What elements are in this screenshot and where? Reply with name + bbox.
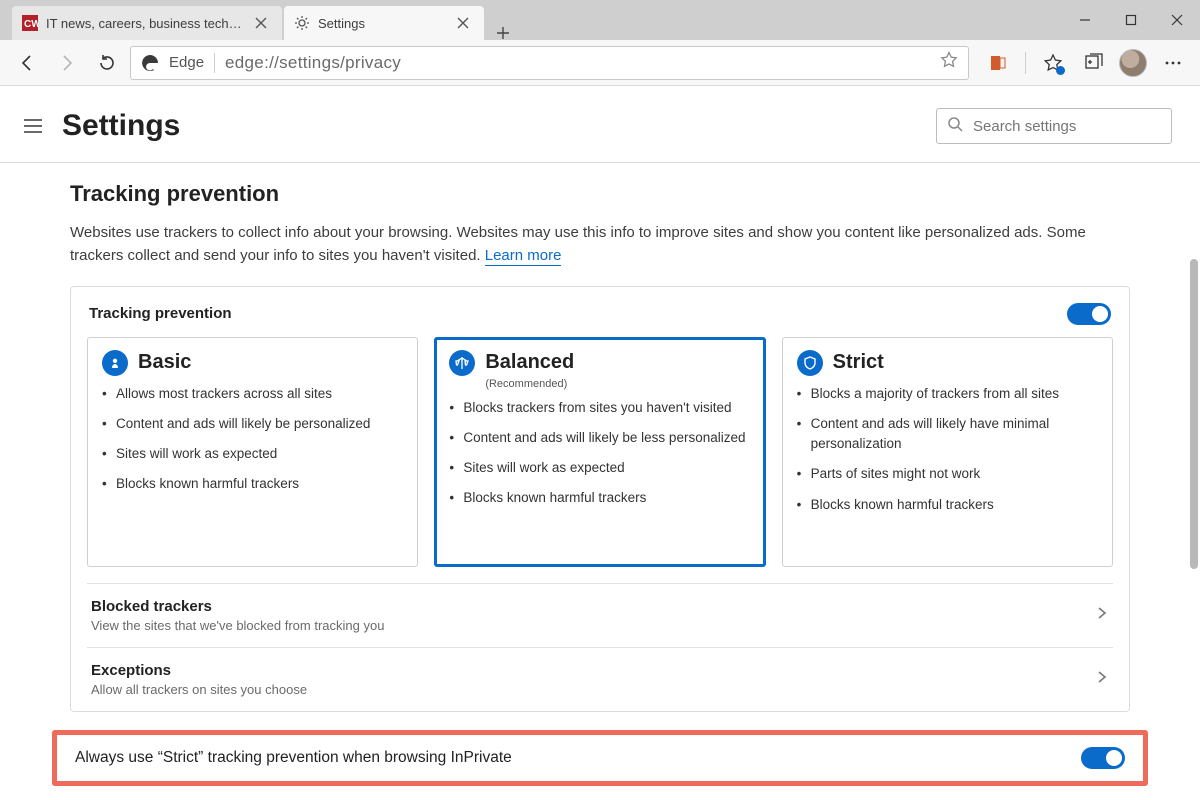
level-title: Basic	[138, 351, 191, 374]
toolbar-separator	[1025, 52, 1026, 74]
tab-it-news[interactable]: CW IT news, careers, business technology	[12, 6, 282, 40]
strict-inprivate-label: Always use “Strict” tracking prevention …	[75, 749, 512, 767]
exceptions-row[interactable]: Exceptions Allow all trackers on sites y…	[87, 647, 1113, 711]
collections-button[interactable]	[1076, 46, 1110, 80]
refresh-button[interactable]	[90, 46, 124, 80]
level-bullet: Content and ads will likely be less pers…	[449, 428, 750, 448]
maximize-button[interactable]	[1108, 0, 1154, 40]
settings-content: Tracking prevention Websites use tracker…	[0, 163, 1200, 712]
new-tab-button[interactable]	[486, 26, 520, 40]
favorite-star-icon[interactable]	[940, 51, 958, 74]
tracking-prevention-label: Tracking prevention	[89, 305, 232, 322]
level-title: Balanced	[485, 351, 574, 374]
chevron-right-icon	[1095, 606, 1109, 625]
close-icon[interactable]	[456, 16, 470, 30]
level-bullet: Blocks a majority of trackers from all s…	[797, 384, 1098, 404]
row-title: Exceptions	[91, 662, 307, 679]
section-title: Tracking prevention	[70, 181, 1136, 207]
tab-strip: CW IT news, careers, business technology…	[0, 0, 1062, 40]
address-url: edge://settings/privacy	[225, 53, 930, 73]
office-extension-icon[interactable]	[981, 46, 1015, 80]
row-desc: View the sites that we've blocked from t…	[91, 618, 384, 633]
menu-icon[interactable]	[22, 115, 44, 137]
avatar-icon	[1119, 49, 1147, 77]
toolbar-actions	[975, 46, 1190, 80]
browser-toolbar: Edge edge://settings/privacy	[0, 40, 1200, 86]
address-separator	[214, 53, 215, 73]
level-bullet: Blocks known harmful trackers	[449, 488, 750, 508]
level-bullet: Content and ads will likely have minimal…	[797, 414, 1098, 455]
window-controls	[1062, 0, 1200, 40]
back-button[interactable]	[10, 46, 44, 80]
level-subtitle: (Recommended)	[485, 378, 750, 390]
section-description-text: Websites use trackers to collect info ab…	[70, 224, 1086, 264]
page-title: Settings	[62, 109, 180, 143]
window-title-bar: CW IT news, careers, business technology…	[0, 0, 1200, 40]
gear-icon	[294, 15, 310, 31]
level-bullet: Parts of sites might not work	[797, 464, 1098, 484]
chevron-right-icon	[1095, 670, 1109, 689]
profile-avatar[interactable]	[1116, 46, 1150, 80]
search-settings-field[interactable]	[936, 108, 1172, 144]
level-bullet: Sites will work as expected	[102, 444, 403, 464]
site-identity-label: Edge	[169, 54, 204, 71]
section-description: Websites use trackers to collect info ab…	[70, 221, 1130, 268]
tracking-level-basic[interactable]: Basic Allows most trackers across all si…	[87, 337, 418, 567]
minimize-button[interactable]	[1062, 0, 1108, 40]
cw-favicon: CW	[22, 15, 38, 31]
strict-icon	[797, 350, 823, 376]
tracking-level-balanced[interactable]: Balanced (Recommended) Blocks trackers f…	[434, 337, 765, 567]
close-window-button[interactable]	[1154, 0, 1200, 40]
forward-button[interactable]	[50, 46, 84, 80]
tab-title: Settings	[318, 16, 448, 31]
favorites-button[interactable]	[1036, 46, 1070, 80]
more-menu-button[interactable]	[1156, 46, 1190, 80]
tab-settings[interactable]: Settings	[284, 6, 484, 40]
tracking-levels: Basic Allows most trackers across all si…	[87, 337, 1113, 567]
level-bullet: Blocks trackers from sites you haven't v…	[449, 398, 750, 418]
address-bar[interactable]: Edge edge://settings/privacy	[130, 46, 969, 80]
svg-text:CW: CW	[24, 19, 38, 30]
level-title: Strict	[833, 351, 884, 374]
strict-inprivate-row[interactable]: Always use “Strict” tracking prevention …	[52, 730, 1148, 786]
tracking-prevention-toggle[interactable]	[1067, 303, 1111, 325]
settings-header: Settings	[0, 86, 1200, 162]
level-bullet: Blocks known harmful trackers	[797, 495, 1098, 515]
tracking-prevention-card: Tracking prevention Basic Allows most tr…	[70, 286, 1130, 712]
row-title: Blocked trackers	[91, 598, 384, 615]
blocked-trackers-row[interactable]: Blocked trackers View the sites that we'…	[87, 583, 1113, 647]
search-icon	[947, 116, 963, 137]
balanced-icon	[449, 350, 475, 376]
level-bullet: Allows most trackers across all sites	[102, 384, 403, 404]
close-icon[interactable]	[254, 16, 268, 30]
edge-icon	[141, 54, 159, 72]
learn-more-link[interactable]: Learn more	[485, 247, 562, 266]
tab-title: IT news, careers, business technology	[46, 16, 246, 31]
row-desc: Allow all trackers on sites you choose	[91, 682, 307, 697]
strict-inprivate-toggle[interactable]	[1081, 747, 1125, 769]
basic-icon	[102, 350, 128, 376]
level-bullet: Blocks known harmful trackers	[102, 474, 403, 494]
level-bullet: Content and ads will likely be personali…	[102, 414, 403, 434]
search-settings-input[interactable]	[973, 118, 1161, 135]
level-bullet: Sites will work as expected	[449, 458, 750, 478]
tracking-level-strict[interactable]: Strict Blocks a majority of trackers fro…	[782, 337, 1113, 567]
